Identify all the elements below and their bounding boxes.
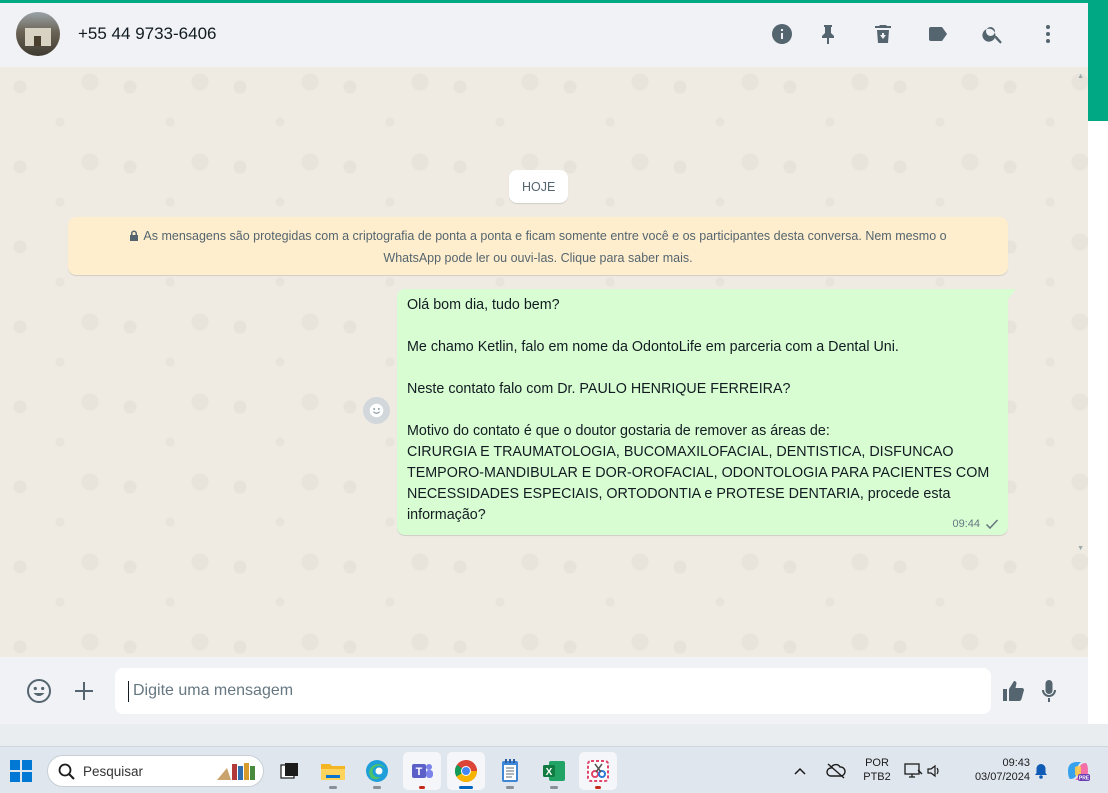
scroll-down-arrow-icon[interactable]: ▼: [1077, 545, 1084, 552]
encryption-notice-line-2: WhatsApp pode ler ou ouvi-las. Clique pa…: [383, 251, 693, 265]
taskbar-clock[interactable]: 09:43 03/07/2024: [958, 756, 1030, 784]
message-text-line: Me chamo Ketlin, falo em nome da OdontoL…: [407, 339, 899, 355]
message-input[interactable]: [115, 668, 991, 714]
clock-date: 03/07/2024: [974, 771, 1030, 783]
taskbar-search-icon: [58, 763, 75, 780]
onedrive-offline-icon[interactable]: [822, 752, 850, 790]
windows-taskbar: Pesquisar T X POR PTB2 09:43 03/07/2024 …: [0, 746, 1108, 793]
show-hidden-icons-chevron-icon[interactable]: [788, 752, 812, 790]
message-timestamp: 09:44: [952, 518, 980, 530]
search-icon[interactable]: [980, 21, 1006, 47]
info-icon[interactable]: [769, 21, 795, 47]
whatsapp-chat-window: +55 44 9733-6406 ▲ ▼ HOJE As mensagens s…: [0, 3, 1088, 724]
teams-icon[interactable]: T: [403, 752, 441, 790]
excel-icon[interactable]: X: [535, 752, 573, 790]
contact-avatar[interactable]: [16, 12, 60, 56]
message-text-line: Motivo do contato é que o doutor gostari…: [407, 423, 830, 439]
encryption-notice-line-1: As mensagens são protegidas com a cripto…: [88, 225, 988, 247]
lock-icon: [129, 226, 139, 241]
language-code: POR: [865, 757, 889, 769]
notification-bell-icon[interactable]: [1030, 752, 1052, 790]
svg-text:X: X: [546, 767, 553, 778]
running-indicator: [506, 786, 514, 789]
message-text-line: NECESSIDADES ESPECIAIS, ORTODONTIA e PRO…: [407, 486, 951, 502]
single-check-icon: [985, 519, 999, 530]
scrollbar-thumb[interactable]: [1088, 3, 1108, 121]
message-text-line: CIRURGIA E TRAUMATOLOGIA, BUCOMAXILOFACI…: [407, 444, 954, 460]
running-indicator: [373, 786, 381, 789]
svg-text:T: T: [416, 766, 423, 778]
copilot-icon[interactable]: PRE: [1060, 752, 1096, 790]
message-text: Olá bom dia, tudo bem? Me chamo Ketlin, f…: [407, 295, 998, 526]
input-language-indicator[interactable]: POR PTB2: [858, 756, 896, 784]
message-list[interactable]: ▲ ▼ HOJE As mensagens são protegidas com…: [0, 67, 1088, 657]
emoji-icon[interactable]: [25, 677, 53, 705]
thumbs-up-icon[interactable]: [999, 677, 1027, 705]
contact-name[interactable]: +55 44 9733-6406: [78, 24, 217, 44]
windows-start-icon[interactable]: [2, 752, 40, 790]
snipping-tool-icon[interactable]: [579, 752, 617, 790]
clock-time: 09:43: [1002, 757, 1030, 769]
running-indicator: [595, 786, 601, 789]
emoji-reaction-icon[interactable]: [363, 397, 390, 424]
keyboard-layout: PTB2: [863, 771, 891, 783]
chat-header: +55 44 9733-6406: [0, 3, 1088, 67]
message-composer: [0, 657, 1088, 724]
message-text-line: Neste contato falo com Dr. PAULO HENRIQU…: [407, 381, 791, 397]
edge-icon[interactable]: [358, 752, 396, 790]
scroll-up-arrow-icon[interactable]: ▲: [1077, 73, 1084, 80]
search-highlight-books-icon: [217, 763, 255, 780]
chrome-icon[interactable]: [447, 752, 485, 790]
desktop-gap: [0, 724, 1108, 746]
running-indicator: [419, 786, 425, 789]
message-text-line: Olá bom dia, tudo bem?: [407, 297, 560, 313]
file-explorer-icon[interactable]: [314, 752, 352, 790]
pin-icon[interactable]: [815, 21, 841, 47]
encryption-notice[interactable]: As mensagens são protegidas com a cripto…: [68, 217, 1008, 275]
taskbar-search-label: Pesquisar: [83, 763, 144, 779]
message-text-line: informação?: [407, 507, 486, 523]
network-volume-icons[interactable]: [902, 752, 946, 790]
delete-icon[interactable]: [870, 21, 896, 47]
taskbar-search[interactable]: Pesquisar: [47, 755, 264, 787]
menu-icon[interactable]: [1035, 21, 1061, 47]
microphone-icon[interactable]: [1035, 677, 1063, 705]
task-view-icon[interactable]: [270, 752, 308, 790]
date-separator: HOJE: [509, 170, 569, 203]
avatar-photo-door: [34, 36, 41, 46]
label-icon[interactable]: [925, 21, 951, 47]
svg-text:PRE: PRE: [1079, 776, 1090, 782]
running-indicator: [329, 786, 337, 789]
running-indicator: [550, 786, 558, 789]
attach-plus-icon[interactable]: [70, 677, 98, 705]
outgoing-message-bubble[interactable]: Olá bom dia, tudo bem? Me chamo Ketlin, f…: [397, 289, 1008, 535]
running-indicator: [459, 786, 473, 789]
text-caret: [128, 681, 129, 702]
message-text-line: TEMPORO-MANDIBULAR E DOR-OROFACIAL, ODON…: [407, 465, 990, 481]
window-scrollbar[interactable]: [1088, 3, 1108, 724]
notepad-icon[interactable]: [491, 752, 529, 790]
message-bubble-tail: [1008, 289, 1016, 299]
